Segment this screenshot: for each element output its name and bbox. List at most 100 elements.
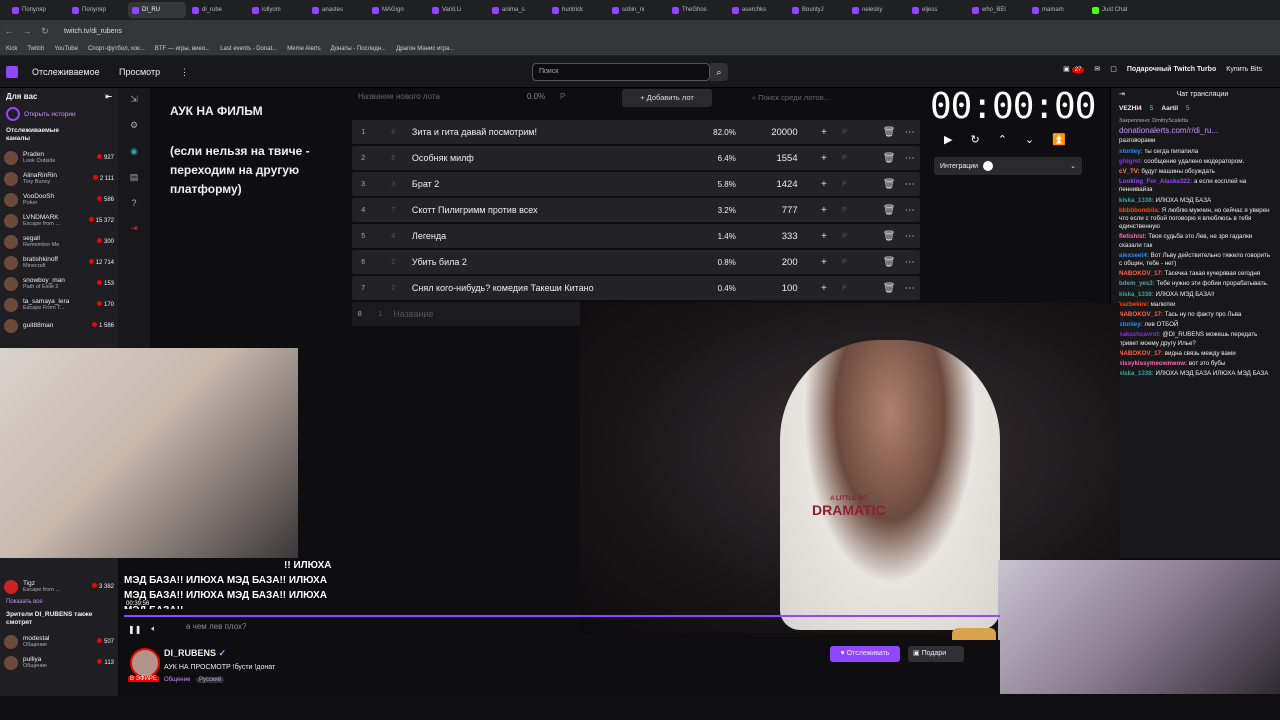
chat-username[interactable]: NABOKOV_17: [1119, 350, 1163, 357]
chat-username[interactable]: cV_TV: [1119, 168, 1140, 175]
bookmark-item[interactable]: Спорт-футбол, хок... [88, 46, 145, 52]
lot-row[interactable]: 6 2 Убить била 2 0.8% 200 + Р 🗑︎ ⋯ [352, 250, 920, 274]
chat-username[interactable]: kazbekini: [1119, 301, 1149, 308]
browser-tab[interactable]: anastes [308, 2, 366, 18]
sidebar-channel[interactable]: Praden Look Outside 927 [0, 147, 118, 168]
currency-input[interactable]: Р [834, 259, 855, 266]
lot-row[interactable]: 1 8 Зита и гита давай посмотрим! 82.0% 20000… [352, 120, 920, 144]
add-lot-button[interactable]: + Добавить лот [622, 89, 712, 107]
chat-username[interactable]: kiska_1338: [1119, 370, 1154, 377]
top-user-1[interactable]: VEZHI4 [1119, 105, 1142, 113]
double-up-icon[interactable]: ⏫ [1052, 133, 1066, 146]
bookmark-item[interactable]: Драгон Манис игра... [396, 46, 454, 52]
chat-username[interactable]: kiska_1338: [1119, 291, 1154, 298]
add-amount-icon[interactable]: + [814, 153, 835, 164]
browser-tab[interactable]: DI_RU [128, 2, 186, 18]
chat-username[interactable]: gfdgret: [1119, 158, 1142, 165]
language-tag[interactable]: Русский [195, 677, 225, 683]
url-field[interactable]: twitch.tv/di_rubens [64, 28, 122, 35]
browser-tab[interactable]: eljess [908, 2, 966, 18]
sidebar-channel[interactable]: AlinaRinRin Tiny Bunny 2 111 [0, 168, 118, 189]
nav-browse[interactable]: Просмотр [119, 67, 160, 77]
empty-row-name-input[interactable]: Название [393, 309, 580, 319]
chat-username[interactable]: NABOKOV_17: [1119, 311, 1163, 318]
browser-tab[interactable]: mamam [1028, 2, 1086, 18]
more-options-icon[interactable]: ⋯ [899, 127, 920, 138]
currency-input[interactable]: Р [834, 181, 855, 188]
browser-tab[interactable]: TheGhos [668, 2, 726, 18]
bits-button[interactable]: Купить Bits [1226, 66, 1262, 73]
turbo-button[interactable]: Подарочный Twitch Turbo [1127, 66, 1216, 73]
empty-lot-row[interactable]: 8 1 Название [352, 302, 580, 326]
collapse-chat-icon[interactable]: ⇥ [1111, 88, 1125, 102]
show-all-link[interactable]: Показать все [0, 597, 118, 607]
notifications-icon[interactable]: ▣ 27 [1063, 65, 1085, 73]
bookmark-item[interactable]: Twitch [27, 46, 44, 52]
drag-handle-icon[interactable]: 2 [374, 285, 411, 292]
add-amount-icon[interactable]: + [814, 179, 835, 190]
currency-input[interactable]: Р [834, 233, 855, 240]
player-progress-bar[interactable] [124, 615, 1000, 617]
sidebar-channel[interactable]: Tigz Escape from ... 3 382 [0, 576, 118, 597]
sidebar-channel[interactable]: LVNDMARK Escape from ... 15 372 [0, 210, 118, 231]
chat-username[interactable]: kissykissymeowmeow: [1119, 360, 1187, 367]
browser-tab[interactable]: Vanil.Li [428, 2, 486, 18]
back-icon[interactable]: ← [0, 26, 18, 36]
delete-icon[interactable]: 🗑︎ [879, 127, 900, 138]
settings-icon[interactable]: ⚙ [130, 120, 138, 131]
sidebar-channel[interactable]: segall Remember Me 300 [0, 231, 118, 252]
browser-tab[interactable]: Популяр [68, 2, 126, 18]
add-amount-icon[interactable]: + [814, 283, 835, 294]
browser-tab[interactable]: Just Chat [1088, 2, 1146, 18]
channel-avatar[interactable] [130, 648, 160, 678]
add-amount-icon[interactable]: + [814, 205, 835, 216]
browser-tab[interactable]: sobin_ni [608, 2, 666, 18]
reset-icon[interactable]: ↻ [970, 133, 979, 146]
bookmark-item[interactable]: YouTube [54, 46, 78, 52]
more-options-icon[interactable]: ⋯ [899, 231, 920, 242]
delete-icon[interactable]: 🗑︎ [879, 153, 900, 164]
history-icon[interactable]: ▤ [130, 172, 139, 183]
open-stories[interactable]: Открыть истории [0, 105, 118, 123]
nav-following[interactable]: Отслеживаемое [32, 67, 100, 77]
chat-username[interactable]: bdem_yes3: [1119, 280, 1155, 287]
arrow-down-icon[interactable]: ⌄ [1025, 133, 1034, 146]
sidebar-channel[interactable]: pulliya Общение 113 [0, 652, 118, 673]
play-icon[interactable]: ▶ [944, 133, 952, 146]
integrations-dropdown[interactable]: Интеграции ⌄ [934, 157, 1082, 175]
volume-icon[interactable]: 🔈︎ [151, 624, 156, 634]
currency-input[interactable]: Р [834, 155, 855, 162]
bookmark-item[interactable]: Last events - Donat... [220, 46, 277, 52]
forward-icon[interactable]: → [18, 26, 36, 36]
more-options-icon[interactable]: ⋯ [899, 257, 920, 268]
add-amount-icon[interactable]: + [814, 257, 835, 268]
logout-icon[interactable]: ⇥ [130, 223, 138, 234]
chat-username[interactable]: bbbbbombila: [1119, 207, 1160, 214]
sidebar-channel[interactable]: snowboy_man Path of Exile 2 153 [0, 273, 118, 294]
lot-search-input[interactable]: ⌕ Поиск среди лотов... [744, 89, 920, 107]
lot-row[interactable]: 5 4 Легенда 1.4% 333 + Р 🗑︎ ⋯ [352, 224, 920, 248]
browser-tab[interactable]: BountyJ [788, 2, 846, 18]
chat-username[interactable]: stonley: [1119, 321, 1143, 328]
whispers-icon[interactable]: ▢ [1110, 65, 1117, 73]
twitch-logo-icon[interactable] [6, 66, 18, 78]
add-amount-icon[interactable]: + [814, 127, 835, 138]
browser-tab[interactable]: Популяр [8, 2, 66, 18]
new-lot-amount-input[interactable]: Р [560, 92, 565, 101]
follow-button[interactable]: ♥ Отслеживать [830, 646, 900, 662]
drag-handle-icon[interactable]: 4 [374, 233, 411, 240]
drag-handle-icon[interactable]: 8 [374, 129, 411, 136]
wheel-icon[interactable]: ◉ [130, 146, 138, 157]
bookmark-item[interactable]: Meme Alerts [287, 46, 320, 52]
channel-name-heading[interactable]: DI_RUBENS ✓ [164, 648, 226, 659]
gift-button[interactable]: ▣ Подари [908, 646, 964, 662]
drag-handle-icon[interactable]: 7 [374, 207, 411, 214]
add-amount-icon[interactable]: + [814, 231, 835, 242]
more-options-icon[interactable]: ⋯ [899, 283, 920, 294]
browser-tab[interactable]: huntrick [548, 2, 606, 18]
chat-username[interactable]: alexseet4: [1119, 252, 1149, 259]
chat-username[interactable]: Looking_For_Alaska322: [1119, 178, 1192, 185]
drag-handle-icon[interactable]: 3 [374, 181, 411, 188]
currency-input[interactable]: Р [834, 285, 855, 292]
sidebar-channel[interactable]: ta_samaya_lera Escape From T... 170 [0, 294, 118, 315]
